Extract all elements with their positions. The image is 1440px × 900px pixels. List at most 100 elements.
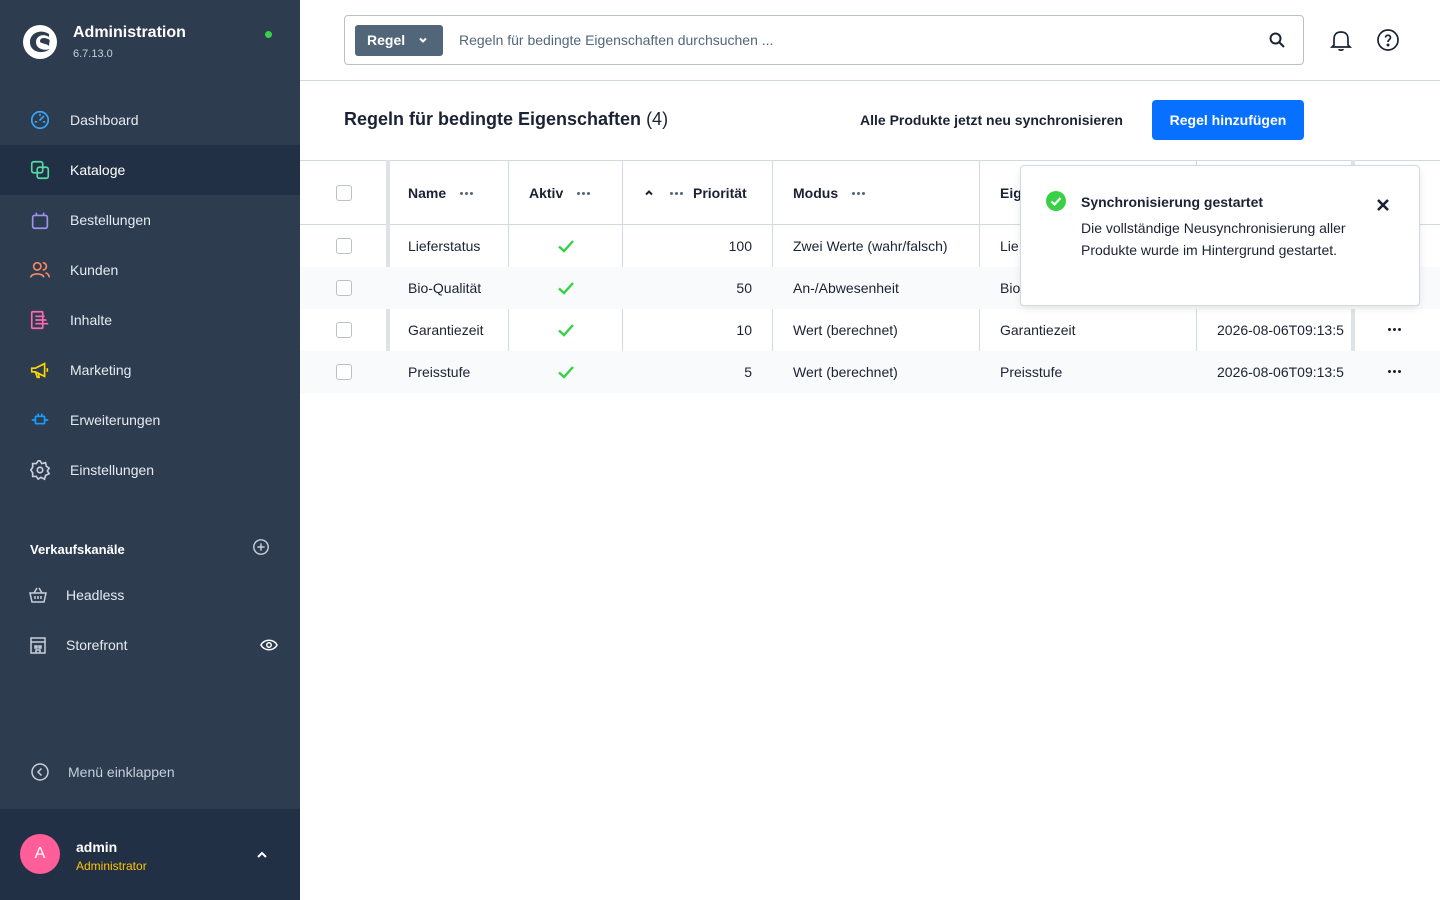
sync-all-products-button[interactable]: Alle Produkte jetzt neu synchronisieren xyxy=(860,112,1123,128)
main-nav: Dashboard Kataloge Bestellungen Kunden I… xyxy=(0,95,300,495)
row-actions-icon[interactable] xyxy=(1388,370,1401,373)
cell-property: Garantiezeit xyxy=(1000,322,1076,338)
cell-mode: Wert (berechnet) xyxy=(793,322,898,338)
notification-title: Synchronisierung gestartet xyxy=(1081,194,1264,210)
nav-label: Dashboard xyxy=(70,112,139,128)
help-icon[interactable] xyxy=(1376,28,1400,52)
app-title: Administration xyxy=(73,24,186,41)
row-checkbox[interactable] xyxy=(336,364,352,380)
column-menu-icon[interactable] xyxy=(577,191,591,195)
nav-item-settings[interactable]: Einstellungen xyxy=(0,445,300,495)
cell-priority: 50 xyxy=(736,280,752,296)
row-checkbox[interactable] xyxy=(336,322,352,338)
search-type-label: Regel xyxy=(367,32,406,48)
cell-active xyxy=(556,351,576,393)
cell-name[interactable]: Bio-Qualität xyxy=(408,267,481,309)
sales-channel-label: Headless xyxy=(66,587,125,603)
eye-icon[interactable] xyxy=(260,636,278,654)
nav-item-catalogs[interactable]: Kataloge xyxy=(0,145,300,195)
collapse-label: Menü einklappen xyxy=(68,764,175,780)
cell-mode: Zwei Werte (wahr/falsch) xyxy=(793,238,948,254)
page-title-text: Regeln für bedingte Eigenschaften xyxy=(344,109,642,129)
collapse-menu-button[interactable]: Menü einklappen xyxy=(30,762,175,782)
cell-date: 2026-08-06T09:13:5 xyxy=(1217,364,1344,380)
search-bar: Regel xyxy=(344,15,1304,65)
nav-label: Erweiterungen xyxy=(70,412,161,428)
checkmark-icon xyxy=(558,324,574,337)
megaphone-icon xyxy=(28,358,52,382)
page-title-count: (4) xyxy=(646,109,669,129)
table-row[interactable]: Preisstufe 5 Wert (berechnet) Preisstufe… xyxy=(300,351,1440,393)
shopware-logo-icon xyxy=(23,25,57,59)
add-rule-button[interactable]: Regel hinzufügen xyxy=(1152,100,1304,140)
status-dot xyxy=(265,31,272,38)
column-header-mode[interactable]: Modus xyxy=(793,161,866,225)
sales-channel-storefront[interactable]: Storefront xyxy=(28,630,278,660)
nav-label: Marketing xyxy=(70,362,132,378)
chevron-down-icon xyxy=(419,37,427,43)
cell-priority: 5 xyxy=(744,364,752,380)
cell-priority: 10 xyxy=(736,322,752,338)
sales-channel-headless[interactable]: Headless xyxy=(28,580,278,610)
sales-channels-header: Verkaufskanäle xyxy=(30,538,270,561)
column-header-property[interactable]: Eig xyxy=(1000,161,1022,225)
search-icon[interactable] xyxy=(1267,30,1287,50)
nav-label: Kunden xyxy=(70,262,119,278)
bell-icon[interactable] xyxy=(1328,27,1354,53)
column-label: Modus xyxy=(793,185,839,201)
nav-label: Inhalte xyxy=(70,312,113,328)
add-sales-channel-icon[interactable] xyxy=(252,538,270,561)
avatar: A xyxy=(20,834,60,874)
search-input[interactable] xyxy=(459,32,1239,48)
sales-channels-title: Verkaufskanäle xyxy=(30,542,125,557)
cell-name[interactable]: Garantiezeit xyxy=(408,309,483,351)
column-menu-icon[interactable] xyxy=(670,191,683,195)
row-checkbox[interactable] xyxy=(336,280,352,296)
table-row[interactable]: Garantiezeit 10 Wert (berechnet) Garanti… xyxy=(300,309,1440,351)
page-title: Regeln für bedingte Eigenschaften (4) xyxy=(344,109,668,130)
nav-item-content[interactable]: Inhalte xyxy=(0,295,300,345)
cell-property: Lie xyxy=(1000,238,1019,254)
checkmark-icon xyxy=(558,240,574,253)
user-menu[interactable]: A admin Administrator xyxy=(0,809,300,900)
column-header-active[interactable]: Aktiv xyxy=(529,161,591,225)
nav-item-marketing[interactable]: Marketing xyxy=(0,345,300,395)
checkmark-icon xyxy=(558,282,574,295)
customers-icon xyxy=(28,258,52,282)
cell-date: 2026-08-06T09:13:5 xyxy=(1217,322,1344,338)
cell-name[interactable]: Lieferstatus xyxy=(408,225,480,267)
basket-icon xyxy=(29,587,47,603)
sort-ascending-icon[interactable] xyxy=(644,188,654,198)
column-menu-icon[interactable] xyxy=(852,191,866,195)
nav-item-dashboard[interactable]: Dashboard xyxy=(0,95,300,145)
cell-name[interactable]: Preisstufe xyxy=(408,351,470,393)
row-actions-icon[interactable] xyxy=(1388,328,1401,331)
select-all-checkbox[interactable] xyxy=(336,185,352,201)
search-type-dropdown[interactable]: Regel xyxy=(355,24,443,56)
cell-priority: 100 xyxy=(728,238,752,254)
nav-label: Bestellungen xyxy=(70,212,151,228)
cell-active xyxy=(556,267,576,309)
sales-channel-label: Storefront xyxy=(66,637,128,653)
notification-message: Die vollständige Neusynchronisierung all… xyxy=(1081,220,1346,258)
nav-item-orders[interactable]: Bestellungen xyxy=(0,195,300,245)
column-header-name[interactable]: Name xyxy=(408,161,474,225)
column-header-priority[interactable]: Priorität xyxy=(644,161,747,225)
success-check-circle-icon xyxy=(1046,191,1066,211)
orders-icon xyxy=(28,208,52,232)
user-name: admin xyxy=(76,839,118,855)
cell-active xyxy=(556,225,576,267)
column-menu-icon[interactable] xyxy=(460,191,474,195)
nav-item-customers[interactable]: Kunden xyxy=(0,245,300,295)
row-checkbox[interactable] xyxy=(336,238,352,254)
content-icon xyxy=(28,308,52,332)
column-label: Priorität xyxy=(693,185,747,201)
dashboard-icon xyxy=(28,108,52,132)
cell-active xyxy=(556,309,576,351)
nav-item-extensions[interactable]: Erweiterungen xyxy=(0,395,300,445)
nav-label: Einstellungen xyxy=(70,462,155,478)
gear-icon xyxy=(28,458,52,482)
brand: Administration 6.7.13.0 xyxy=(22,24,186,60)
close-icon[interactable] xyxy=(1373,195,1393,215)
app-version: 6.7.13.0 xyxy=(73,48,113,60)
